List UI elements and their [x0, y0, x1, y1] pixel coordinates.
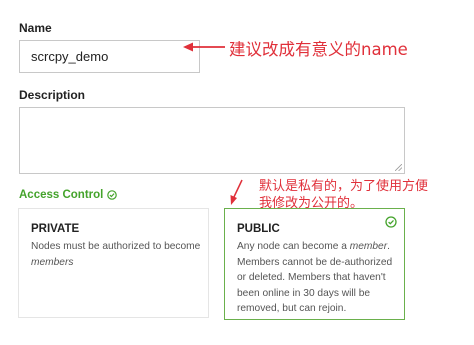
name-annotation: 建议改成有意义的name	[229, 40, 408, 59]
name-arrow-head	[183, 42, 193, 52]
access-annotation-line2: 我修改为公开的。	[259, 196, 364, 211]
access-arrow-line	[232, 179, 243, 200]
access-arrow-head	[230, 195, 237, 205]
access-annotation: 默认是私有的，为了使用方便 我修改为公开的。	[259, 178, 459, 212]
access-annotation-line1: 默认是私有的，为了使用方便	[259, 179, 429, 194]
